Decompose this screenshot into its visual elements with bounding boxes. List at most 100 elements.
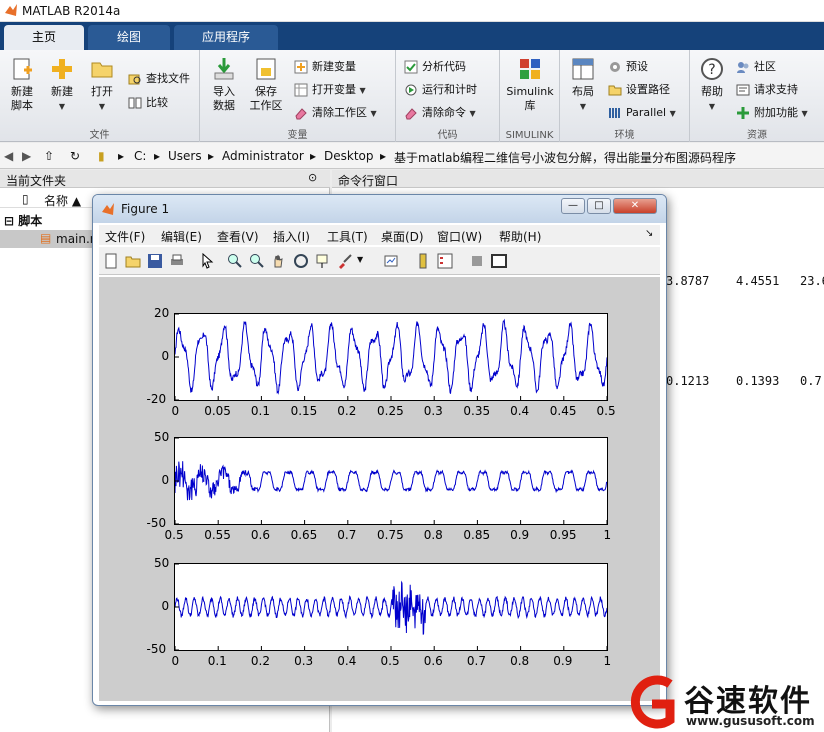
path-users[interactable]: Users [168,149,202,163]
group-scripts[interactable]: ⊟ 脚本 [4,212,42,229]
minimize-button[interactable]: — [561,198,585,214]
community-button[interactable]: 社区 [736,58,776,76]
y-tick-label: 20 [154,306,170,320]
figure-canvas[interactable]: 0 0.05 0.1 0.15 0.2 0.25 0.3 0.35 0.4 0.45 0.5 20 0-… [99,277,660,701]
chevron-down-icon: ▼ [359,86,366,95]
pan-hand-icon[interactable] [271,253,287,269]
figure-titlebar[interactable]: Figure 1 — □ ✕ [93,195,666,223]
open-file-icon[interactable] [125,253,141,269]
brush-icon[interactable] [337,253,353,269]
zoom-in-icon[interactable] [227,253,243,269]
m-file-icon: ▤ [40,231,52,245]
simulink-library-button[interactable]: Simulink 库 [504,56,556,113]
path-administrator[interactable]: Administrator [222,149,304,163]
back-icon[interactable]: ◀ [4,149,13,163]
matlab-logo-icon [5,4,17,16]
eraser-icon [295,108,307,120]
help-button[interactable]: ? 帮助 ▼ [696,56,728,114]
parallel-button[interactable]: Parallel ▼ [608,104,676,122]
menu-edit[interactable]: 编辑(E) [161,228,202,245]
x-tick-label: 0.6 [250,528,270,542]
layout-button[interactable]: 布局 ▼ [566,56,600,114]
rotate-3d-icon[interactable] [293,253,309,269]
group-variable: 导入 数据 保存 工作区 新建变量 打开变量 ▼ 清除工作区 ▼ 变量 [200,50,396,142]
print-icon[interactable] [169,253,185,269]
request-support-button[interactable]: 请求支持 [736,81,798,99]
x-tick-label: 0.7 [466,654,486,668]
figure-window[interactable]: Figure 1 — □ ✕ 文件(F) 编辑(E) 查看(V) 插入(I) 工… [92,194,667,706]
menu-view[interactable]: 查看(V) [217,228,259,245]
group-variable-label: 变量 [287,130,308,141]
tab-plots[interactable]: 绘图 [88,25,170,50]
forward-icon[interactable]: ▶ [22,149,31,163]
open-variable-button[interactable]: 打开变量 ▼ [294,81,366,99]
menu-window[interactable]: 窗口(W) [437,228,482,245]
data-cursor-icon[interactable] [315,253,331,269]
series-line [175,580,607,635]
analyze-code-button[interactable]: 分析代码 [404,58,466,76]
new-script-button[interactable]: 新建 脚本 [6,56,38,113]
window-title: MATLAB R2014a [22,4,121,18]
menu-tools[interactable]: 工具(T) [327,228,368,245]
folder-icon [608,85,622,96]
x-tick-label: 0 [171,654,180,668]
tab-home[interactable]: 主页 [4,25,84,50]
menu-desktop[interactable]: 桌面(D) [381,228,424,245]
x-tick-label: 0.45 [549,404,577,418]
help-icon: ? [701,58,723,80]
preferences-label: 预设 [626,60,648,73]
command-window-title: 命令行窗口 [338,174,399,188]
panel-menu-icon[interactable]: ⊙ [308,171,317,184]
x-tick-label: 0.1 [207,654,227,668]
clear-commands-button[interactable]: 清除命令 ▼ [404,104,476,122]
maximize-button[interactable]: □ [587,198,611,214]
parallel-label: Parallel [626,106,667,119]
zoom-out-icon[interactable] [249,253,265,269]
y-tick-label: 50 [154,430,170,444]
hide-tools-icon[interactable] [469,253,485,269]
column-name[interactable]: 名称 ▲ [44,192,81,209]
path-desktop[interactable]: Desktop [324,149,374,163]
save-workspace-button[interactable]: 保存 工作区 [248,56,284,113]
path-drive[interactable]: C: [134,149,146,163]
subplot-3[interactable]: 0 0.1 0.2 0.3 0.4 0.5 0.6 0.7 0.8 0.9 1 50 0 -50 [147,556,612,668]
chevron-down-icon[interactable]: ▼ [357,255,363,264]
subplot-2[interactable]: 0.5 0.55 0.6 0.65 0.7 0.75 0.8 0.85 0.9 0.95 1 50 0 -… [147,430,612,542]
run-and-time-button[interactable]: 运行和计时 [404,81,477,99]
browse-icon[interactable]: ↻ [70,149,80,163]
open-button[interactable]: 打开 ▼ [86,56,118,114]
import-data-button[interactable]: 导入 数据 [208,56,240,113]
colorbar-icon[interactable] [415,253,431,269]
collapse-icon[interactable]: ⊟ [4,214,14,228]
add-ons-button[interactable]: 附加功能 ▼ [736,104,808,122]
figure-menubar: 文件(F) 编辑(E) 查看(V) 插入(I) 工具(T) 桌面(D) 窗口(W… [99,225,660,245]
new-button[interactable]: 新建 ▼ [46,56,78,114]
compare-button[interactable]: 比较 [128,94,168,112]
path-folder[interactable]: 基于matlab编程二维信号小波包分解，得出能量分布图源码程序 [394,149,822,166]
address-bar[interactable]: ◀ ▶ ⇧ ↻ ▮ ▸ C: ▸ Users ▸ Administrator ▸… [0,143,824,169]
group-simulink: Simulink 库 SIMULINK [500,50,560,142]
set-path-button[interactable]: 设置路径 [608,81,670,99]
tab-apps[interactable]: 应用程序 [174,25,278,50]
path-separator: ▸ [310,149,317,163]
clear-workspace-label: 清除工作区 [312,106,367,119]
menu-insert[interactable]: 插入(I) [273,228,310,245]
dock-icon[interactable]: ↘ [645,228,653,239]
legend-icon[interactable] [437,253,453,269]
close-button[interactable]: ✕ [613,198,657,214]
find-files-button[interactable]: 查找文件 [128,70,190,88]
show-tools-icon[interactable] [491,253,507,269]
menu-help[interactable]: 帮助(H) [499,228,541,245]
link-plot-icon[interactable] [383,253,399,269]
save-icon[interactable] [147,253,163,269]
x-tick-label: 0.4 [510,404,530,418]
new-variable-button[interactable]: 新建变量 [294,58,356,76]
new-figure-icon[interactable] [103,253,119,269]
clear-workspace-button[interactable]: 清除工作区 ▼ [294,104,377,122]
pointer-icon[interactable] [199,253,215,269]
up-folder-icon[interactable]: ⇧ [44,149,54,163]
menu-file[interactable]: 文件(F) [105,228,145,245]
preferences-button[interactable]: 预设 [608,58,648,76]
subplot-1[interactable]: 0 0.05 0.1 0.15 0.2 0.25 0.3 0.35 0.4 0.45 0.5 20 0-… [147,306,616,418]
watermark-url: www.gususoft.com [686,714,815,728]
